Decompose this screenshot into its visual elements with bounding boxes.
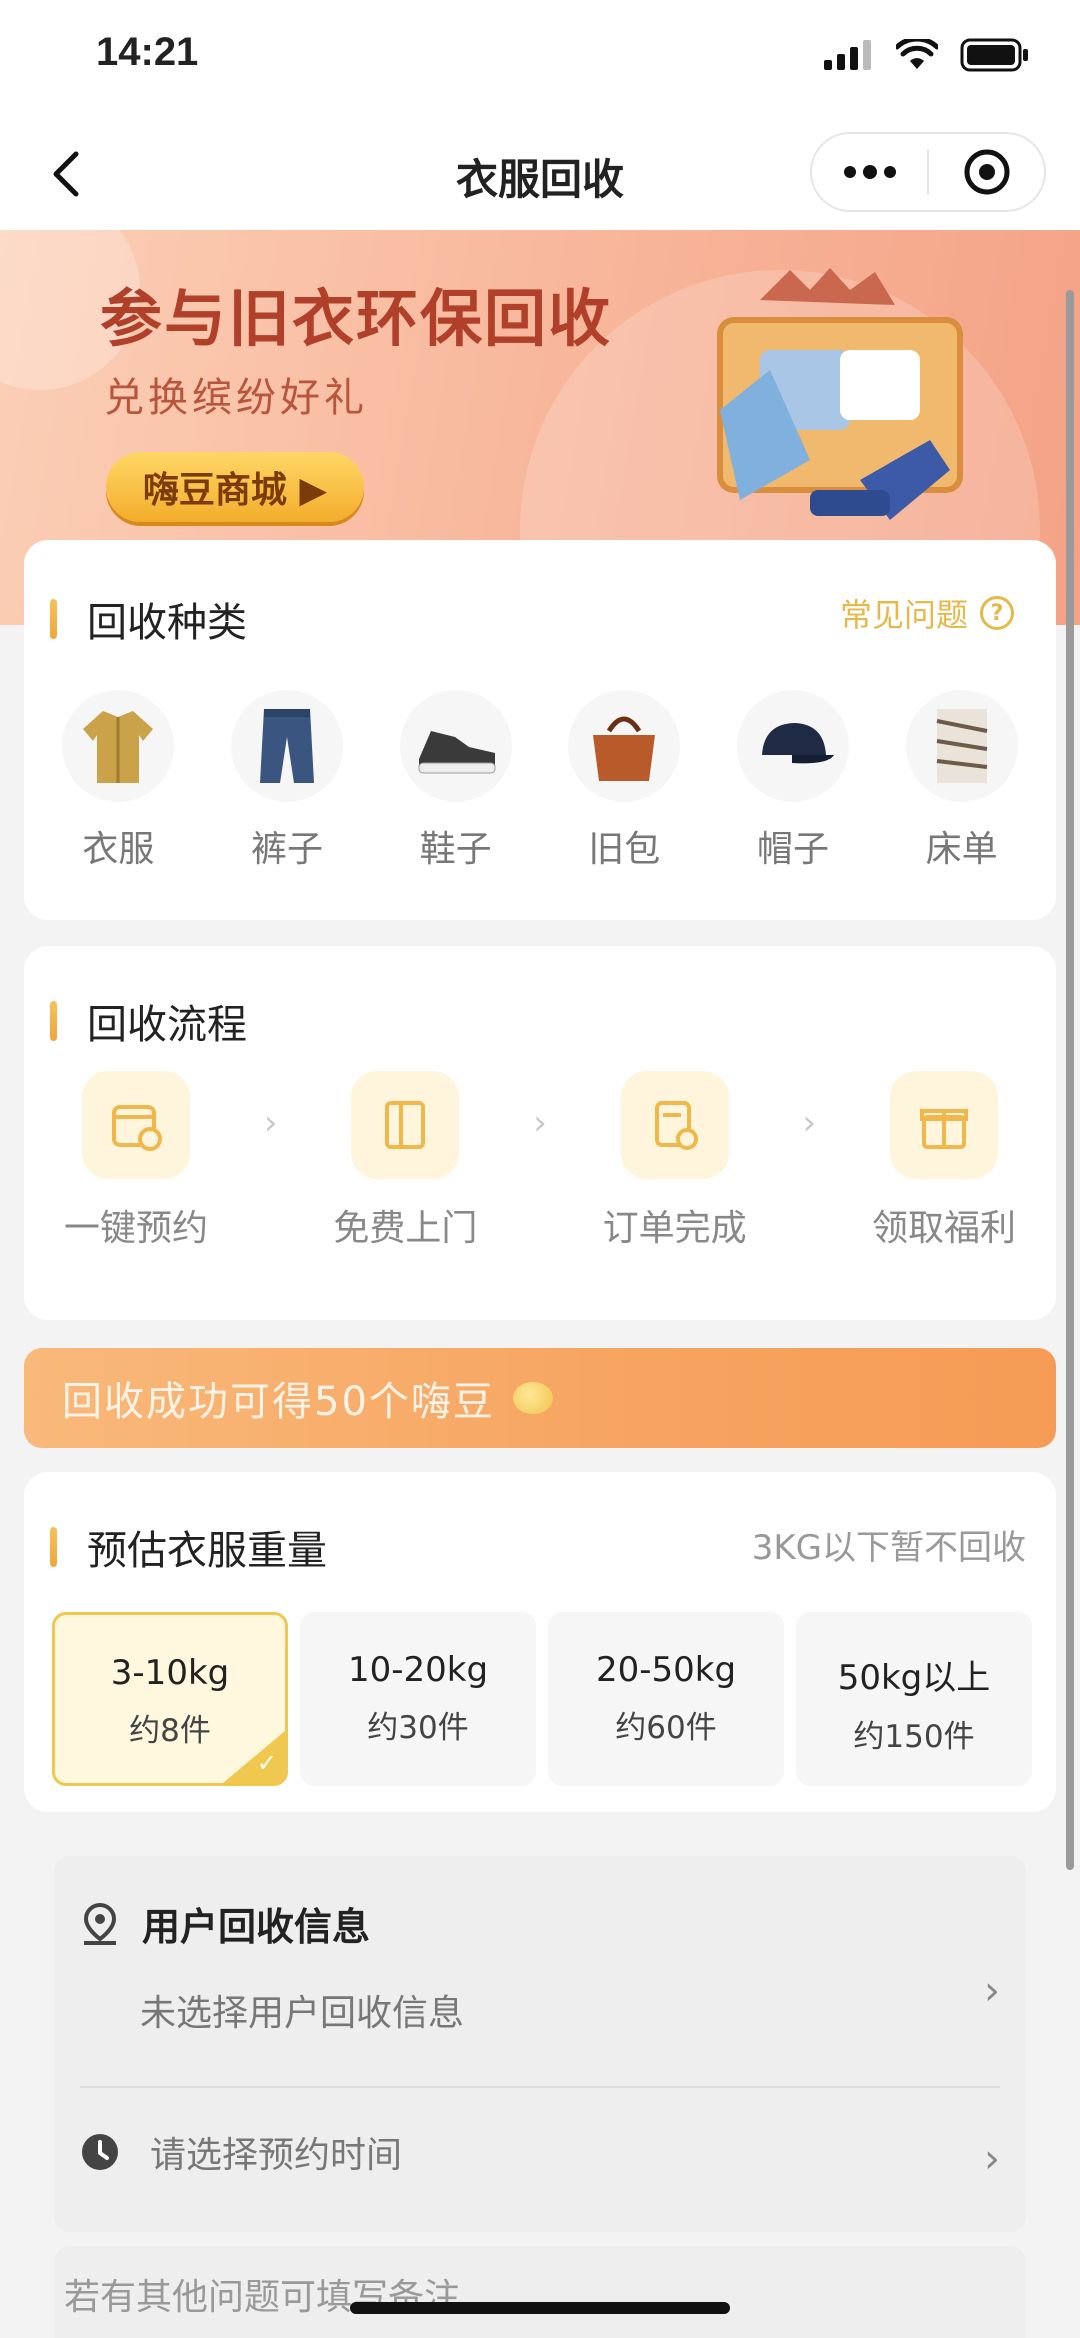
chevron-right-icon: › (802, 1103, 817, 1143)
faq-link[interactable]: 常见问题 ? (840, 590, 1014, 636)
step-order-complete: 订单完成 (585, 1071, 765, 1251)
divider (80, 2086, 1000, 2088)
status-icons (824, 38, 1030, 72)
weight-options: 3-10kg 约8件 ✓ 10-20kg 约30件 20-50kg 约60件 5… (52, 1612, 1032, 1786)
process-section-title: 回收流程 (50, 992, 247, 1050)
chevron-right-icon: › (533, 1103, 547, 1143)
category-list: 衣服 裤子 鞋子 旧包 帽子 床单 (24, 690, 1056, 872)
process-title: 回收流程 (87, 1002, 247, 1048)
step-pickup: 免费上门 (315, 1071, 495, 1251)
chevron-right-icon[interactable]: › (984, 1968, 1000, 2014)
wifi-icon (896, 39, 938, 69)
weight-card: 预估衣服重量 3KG以下暂不回收 3-10kg 约8件 ✓ 10-20kg 约3… (24, 1472, 1056, 1812)
weight-option-10-20kg[interactable]: 10-20kg 约30件 (300, 1612, 536, 1786)
target-circle-icon (964, 149, 1009, 195)
step-appointment: 一键预约 (46, 1071, 226, 1251)
section-accent-bar (50, 1001, 57, 1041)
nav-bar: 衣服回收 (0, 120, 1080, 230)
shoe-icon (399, 690, 512, 802)
more-button[interactable] (812, 134, 927, 210)
reward-banner: 回收成功可得50个嗨豆 (24, 1348, 1056, 1448)
category-shoes[interactable]: 鞋子 (381, 690, 531, 872)
categories-title: 回收种类 (87, 600, 247, 646)
step-label: 订单完成 (602, 1208, 747, 1249)
category-clothes[interactable]: 衣服 (43, 690, 193, 872)
mini-program-capsule (810, 132, 1046, 212)
chevron-right-icon: › (263, 1103, 278, 1143)
gift-icon (889, 1071, 998, 1179)
weight-option-50kg-plus[interactable]: 50kg以上 约150件 (796, 1612, 1032, 1786)
step-label: 领取福利 (871, 1208, 1016, 1249)
category-bags[interactable]: 旧包 (549, 690, 699, 872)
category-hats[interactable]: 帽子 (718, 690, 868, 872)
remark-field[interactable]: 若有其他问题可填写备注 (54, 2246, 1026, 2338)
category-label: 鞋子 (419, 829, 492, 870)
category-label: 帽子 (756, 829, 829, 870)
calendar-icon (82, 1071, 190, 1179)
weight-range: 50kg以上 (837, 1658, 991, 1698)
weight-option-20-50kg[interactable]: 20-50kg 约60件 (548, 1612, 784, 1786)
bag-icon (568, 690, 681, 802)
appointment-time-placeholder: 请选择预约时间 (150, 2135, 403, 2176)
mall-button[interactable]: 嗨豆商城 ▶ (106, 452, 364, 522)
close-program-button[interactable] (929, 134, 1044, 210)
weight-title: 预估衣服重量 (87, 1528, 327, 1574)
check-icon: ✓ (256, 1749, 277, 1777)
category-label: 床单 (925, 829, 998, 870)
weight-range: 10-20kg (347, 1650, 489, 1690)
category-pants[interactable]: 裤子 (212, 690, 362, 872)
user-info-header: 用户回收信息 (80, 1896, 370, 1951)
user-info-select[interactable]: 未选择用户回收信息 (140, 1984, 464, 2036)
weight-range: 3-10kg (110, 1653, 230, 1693)
faq-label: 常见问题 (839, 596, 968, 634)
cap-icon (736, 690, 849, 802)
banner-headline: 参与旧衣环保回收 (100, 282, 613, 355)
category-label: 衣服 (82, 829, 155, 870)
weight-option-3-10kg[interactable]: 3-10kg 约8件 ✓ (52, 1612, 288, 1786)
weight-pieces: 约30件 (367, 1710, 469, 1746)
jeans-icon (230, 690, 343, 802)
category-label: 旧包 (588, 829, 661, 870)
question-icon: ? (980, 596, 1014, 630)
door-icon (351, 1071, 460, 1179)
shirt-icon (62, 690, 175, 802)
reward-text: 回收成功可得50个嗨豆 (62, 1379, 495, 1425)
status-bar: 14:21 (0, 0, 1080, 120)
signal-icon (824, 40, 871, 70)
checked-document-icon (620, 1071, 729, 1179)
clock-icon (82, 2134, 118, 2170)
weight-pieces: 约150件 (853, 1719, 975, 1755)
sheet-icon (905, 690, 1018, 802)
categories-section-title: 回收种类 (50, 590, 247, 648)
location-pin-icon (83, 1902, 117, 1945)
more-dots-icon (843, 165, 896, 179)
status-time: 14:21 (96, 30, 199, 74)
chevron-right-icon[interactable]: › (984, 2136, 1000, 2182)
weight-range: 20-50kg (595, 1650, 737, 1690)
process-card: 回收流程 一键预约 › 免费上门 › 订单完成 › 领取福利 (24, 946, 1056, 1320)
section-accent-bar (50, 1527, 57, 1567)
user-info-panel: 用户回收信息 未选择用户回收信息 › 请选择预约时间 › (54, 1856, 1026, 2232)
bean-icon (512, 1382, 553, 1414)
section-accent-bar (50, 599, 57, 639)
category-sheets[interactable]: 床单 (887, 690, 1037, 872)
appointment-time-select[interactable]: 请选择预约时间 (80, 2126, 402, 2178)
weight-hint: 3KG以下暂不回收 (751, 1528, 1026, 1568)
process-steps: 一键预约 › 免费上门 › 订单完成 › 领取福利 (24, 1071, 1056, 1251)
user-info-title: 用户回收信息 (142, 1905, 371, 1949)
weight-pieces: 约60件 (615, 1710, 717, 1746)
step-claim-reward: 领取福利 (854, 1071, 1034, 1251)
category-label: 裤子 (250, 829, 323, 870)
categories-card: 回收种类 常见问题 ? 衣服 裤子 鞋子 旧包 帽子 床单 (24, 540, 1056, 920)
clothes-basket-illustration (717, 268, 963, 520)
banner-subline: 兑换缤纷好礼 (104, 375, 368, 421)
battery-icon (960, 38, 1028, 72)
step-label: 一键预约 (63, 1208, 208, 1249)
scrollbar[interactable] (1066, 290, 1074, 1870)
weight-section-title: 预估衣服重量 (50, 1518, 327, 1576)
step-label: 免费上门 (333, 1208, 478, 1249)
home-indicator[interactable] (350, 2302, 730, 2314)
